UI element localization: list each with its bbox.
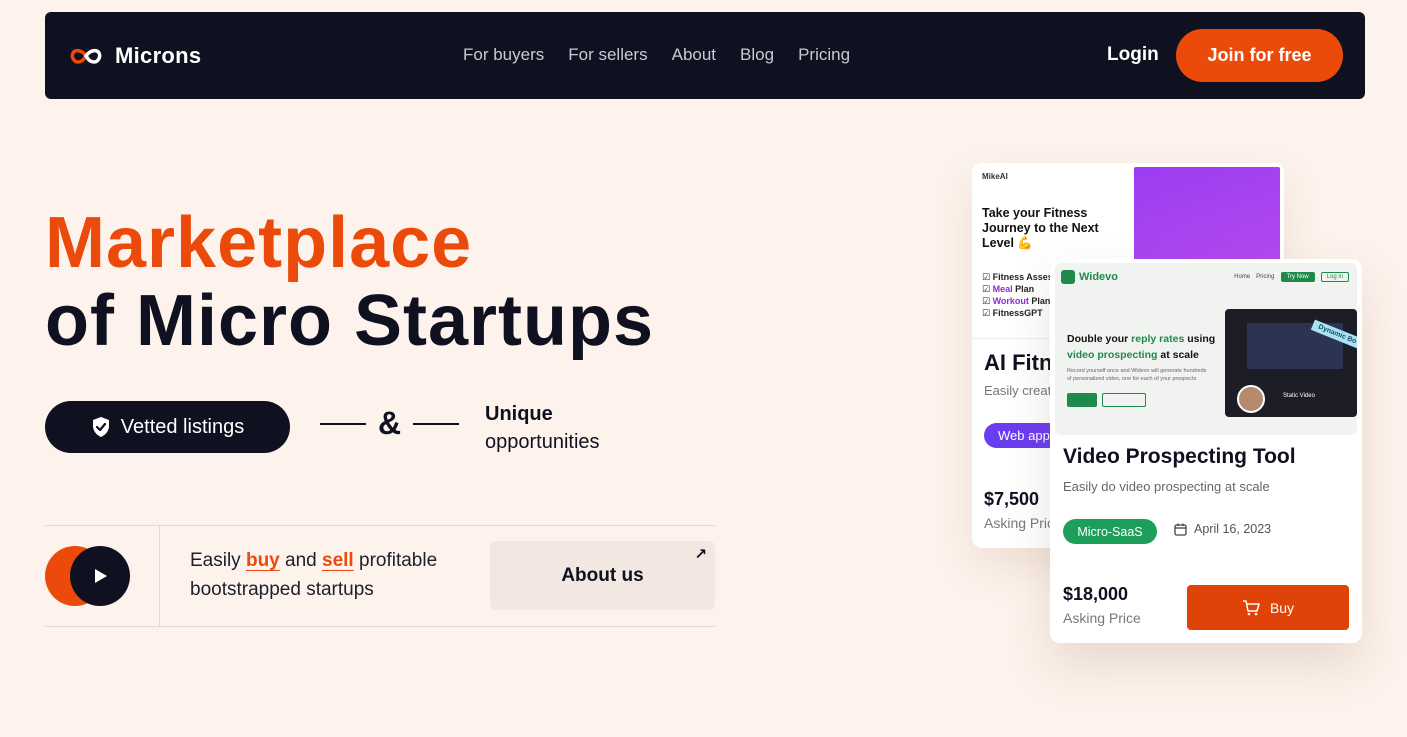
divider xyxy=(45,525,715,526)
screenshot-headline: Double your reply rates using video pros… xyxy=(1067,331,1217,363)
top-navbar: Microns For buyers For sellers About Blo… xyxy=(45,12,1365,99)
about-us-label: About us xyxy=(561,564,644,586)
tagline-text: Easily xyxy=(190,550,246,571)
feature-accent: Workout xyxy=(992,296,1029,306)
listing-date: April 16, 2023 xyxy=(1174,522,1271,536)
join-for-free-button[interactable]: Join for free xyxy=(1176,29,1343,82)
unique-label: Unique xyxy=(485,403,553,425)
screenshot-nav-try: Try Now xyxy=(1280,272,1315,282)
brand-name: Microns xyxy=(115,43,202,68)
listing-date-text: April 16, 2023 xyxy=(1194,522,1272,536)
nav-link-pricing[interactable]: Pricing xyxy=(798,45,850,65)
listing-price: $18,000 xyxy=(1063,584,1129,604)
screenshot-headline: Take your Fitness Journey to the Next Le… xyxy=(982,206,1099,250)
divider-line xyxy=(413,422,460,425)
shield-check-icon xyxy=(92,417,109,437)
buy-button[interactable]: Buy xyxy=(1187,585,1349,630)
brand-logo[interactable]: Microns xyxy=(67,41,201,71)
static-video-label: Static Video xyxy=(1283,393,1315,399)
screenshot-watch-button xyxy=(1102,393,1146,407)
screenshot-video-preview: Static Video Dynamic Bo xyxy=(1225,309,1357,417)
feature-text: FitnessGPT xyxy=(992,308,1043,318)
nav-links: For buyers For sellers About Blog Pricin… xyxy=(463,45,850,65)
headline-accent: video prospecting xyxy=(1067,349,1158,361)
hero-title-line2: of Micro Startups xyxy=(45,281,655,361)
screenshot-try-button xyxy=(1067,393,1097,407)
nav-link-for-sellers[interactable]: For sellers xyxy=(568,45,647,65)
play-icon xyxy=(95,569,107,583)
listing-title: Video Prospecting Tool xyxy=(1063,445,1296,468)
about-us-button[interactable]: About us ↗ xyxy=(490,541,715,610)
play-video-button[interactable] xyxy=(70,546,130,606)
screenshot-nav-home: Home xyxy=(1234,274,1251,280)
login-link[interactable]: Login xyxy=(1107,44,1159,66)
widevo-logo-icon xyxy=(1061,270,1075,284)
tagline-text: and xyxy=(279,550,323,571)
screenshot-nav: Home Pricing Try Now Log in xyxy=(1234,272,1349,282)
calendar-icon xyxy=(1174,523,1187,536)
screenshot-nav-login: Log in xyxy=(1320,272,1349,282)
divider xyxy=(45,626,715,627)
feature-accent: Meal xyxy=(992,284,1013,294)
headline-text: Double your xyxy=(1067,333,1132,345)
vetted-listings-label: Vetted listings xyxy=(120,415,245,438)
headline-text: using xyxy=(1184,333,1216,345)
opportunities-label: opportunities xyxy=(485,431,600,453)
screenshot-nav-pricing: Pricing xyxy=(1256,274,1275,280)
ampersand-divider: & xyxy=(320,405,460,442)
divider-line xyxy=(320,422,366,425)
cart-icon xyxy=(1242,599,1260,615)
listing-subtitle: Easily do video prospecting at scale xyxy=(1063,479,1270,494)
mikeai-logo: MikeAI xyxy=(982,172,1008,181)
divider xyxy=(159,525,160,626)
category-badge: Micro-SaaS xyxy=(1063,519,1157,544)
listing-card-video-prospecting[interactable]: Widevo Home Pricing Try Now Log in Doubl… xyxy=(1050,259,1362,643)
nav-link-about[interactable]: About xyxy=(672,45,716,65)
headline-text: at scale xyxy=(1157,349,1199,361)
hero-tagline: Easily buy and sell profitable bootstrap… xyxy=(190,546,470,604)
tagline-buy: buy xyxy=(245,550,280,571)
nav-link-blog[interactable]: Blog xyxy=(740,45,774,65)
tagline-sell: sell xyxy=(322,550,354,571)
unique-opportunities: Unique opportunities xyxy=(485,400,600,456)
buy-label: Buy xyxy=(1269,599,1295,616)
asking-price-label: Asking Price xyxy=(1063,610,1141,626)
vetted-listings-badge: Vetted listings xyxy=(45,401,290,453)
headline-accent: reply rates xyxy=(1131,333,1185,345)
widevo-logo: Widevo xyxy=(1061,270,1118,284)
hero-title-line1: Marketplace xyxy=(45,203,473,283)
arrow-up-right-icon: ↗ xyxy=(694,546,707,563)
presenter-avatar xyxy=(1237,385,1265,413)
listing-screenshot: Widevo Home Pricing Try Now Log in Doubl… xyxy=(1055,263,1357,435)
ampersand: & xyxy=(378,405,402,441)
screenshot-description: Record yourself once and Widevo will gen… xyxy=(1067,368,1207,382)
widevo-name: Widevo xyxy=(1079,271,1119,283)
feature-text: Plan xyxy=(1028,296,1051,306)
infinity-logo-icon xyxy=(70,48,102,64)
listing-price: $7,500 xyxy=(984,489,1040,509)
nav-link-for-buyers[interactable]: For buyers xyxy=(463,45,544,65)
feature-text: Plan xyxy=(1012,284,1035,294)
